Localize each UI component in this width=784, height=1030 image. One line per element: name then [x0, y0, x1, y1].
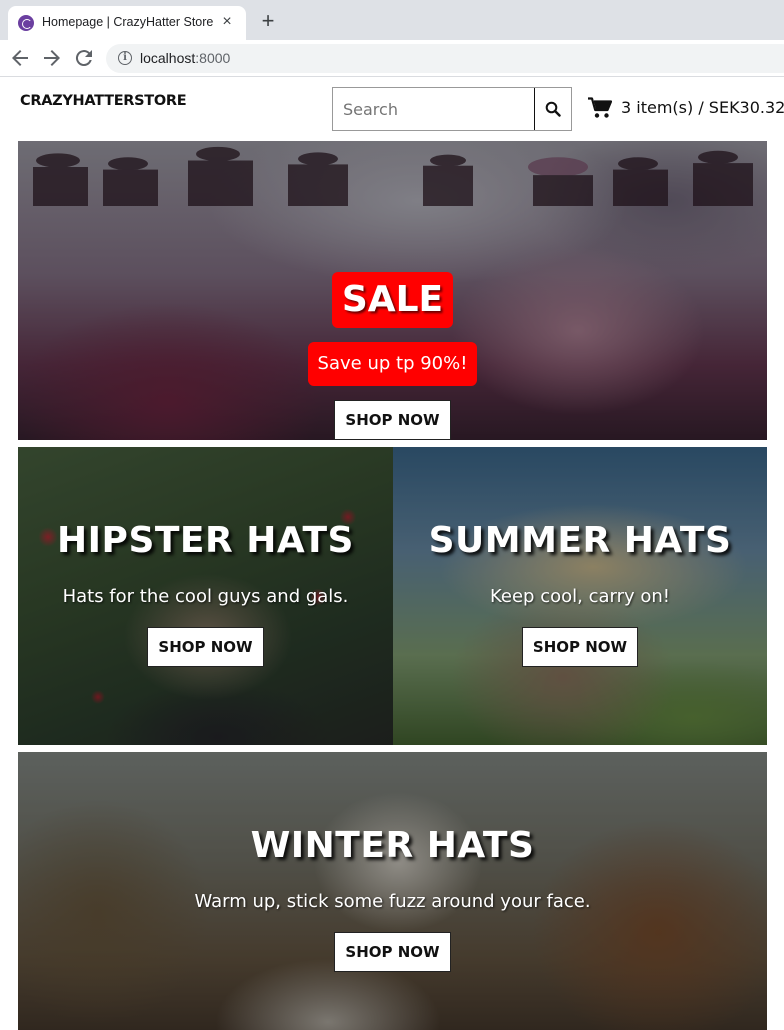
hipster-shop-now-button[interactable]: SHOP NOW: [147, 627, 264, 667]
site-favicon-icon: [18, 15, 34, 31]
sale-banner: SALE Save up tp 90%! SHOP NOW: [18, 141, 767, 440]
shopping-cart-icon[interactable]: [588, 97, 612, 119]
summer-shop-now-button[interactable]: SHOP NOW: [521, 627, 639, 667]
hipster-hats-title: HIPSTER HATS: [57, 520, 354, 561]
hipster-hats-banner: HIPSTER HATS Hats for the cool guys and …: [18, 447, 393, 745]
site-info-icon[interactable]: i: [118, 51, 132, 65]
sale-subtitle: Save up tp 90%!: [307, 342, 478, 386]
search-icon: [545, 101, 561, 117]
search-input[interactable]: [333, 88, 535, 130]
url-text: localhost:8000: [140, 50, 230, 66]
winter-shop-now-button[interactable]: SHOP NOW: [334, 932, 451, 972]
cart-summary[interactable]: 3 item(s) / SEK30.32: [621, 98, 784, 117]
winter-hats-banner: WINTER HATS Warm up, stick some fuzz aro…: [18, 752, 767, 1030]
browser-tab[interactable]: Homepage | CrazyHatter Store ×: [8, 6, 246, 40]
summer-hats-banner: SUMMER HATS Keep cool, carry on! SHOP NO…: [393, 447, 767, 745]
search-form: [332, 87, 572, 131]
sale-badge: SALE: [331, 272, 454, 328]
hipster-hats-subtitle: Hats for the cool guys and gals.: [62, 586, 349, 607]
search-button[interactable]: [534, 88, 571, 130]
forward-arrow-icon[interactable]: [40, 46, 64, 70]
winter-hats-title: WINTER HATS: [250, 825, 535, 866]
address-bar[interactable]: i localhost:8000: [106, 44, 784, 73]
back-arrow-icon[interactable]: [8, 46, 32, 70]
reload-icon[interactable]: [72, 46, 96, 70]
browser-toolbar: i localhost:8000: [0, 40, 784, 77]
site-header: CRAZYHATTERSTORE 3 item(s) / SEK30.32: [0, 78, 784, 140]
summer-hats-title: SUMMER HATS: [428, 520, 732, 561]
tab-title: Homepage | CrazyHatter Store: [42, 15, 214, 29]
close-tab-icon[interactable]: ×: [218, 13, 236, 31]
store-logo[interactable]: CRAZYHATTERSTORE: [20, 93, 187, 109]
url-host: localhost: [140, 50, 196, 66]
summer-hats-subtitle: Keep cool, carry on!: [490, 586, 670, 607]
browser-tab-strip: Homepage | CrazyHatter Store × +: [0, 0, 784, 40]
new-tab-button[interactable]: +: [256, 9, 280, 33]
url-port: :8000: [195, 50, 231, 66]
sale-shop-now-button[interactable]: SHOP NOW: [334, 400, 451, 440]
winter-hats-subtitle: Warm up, stick some fuzz around your fac…: [194, 891, 591, 912]
